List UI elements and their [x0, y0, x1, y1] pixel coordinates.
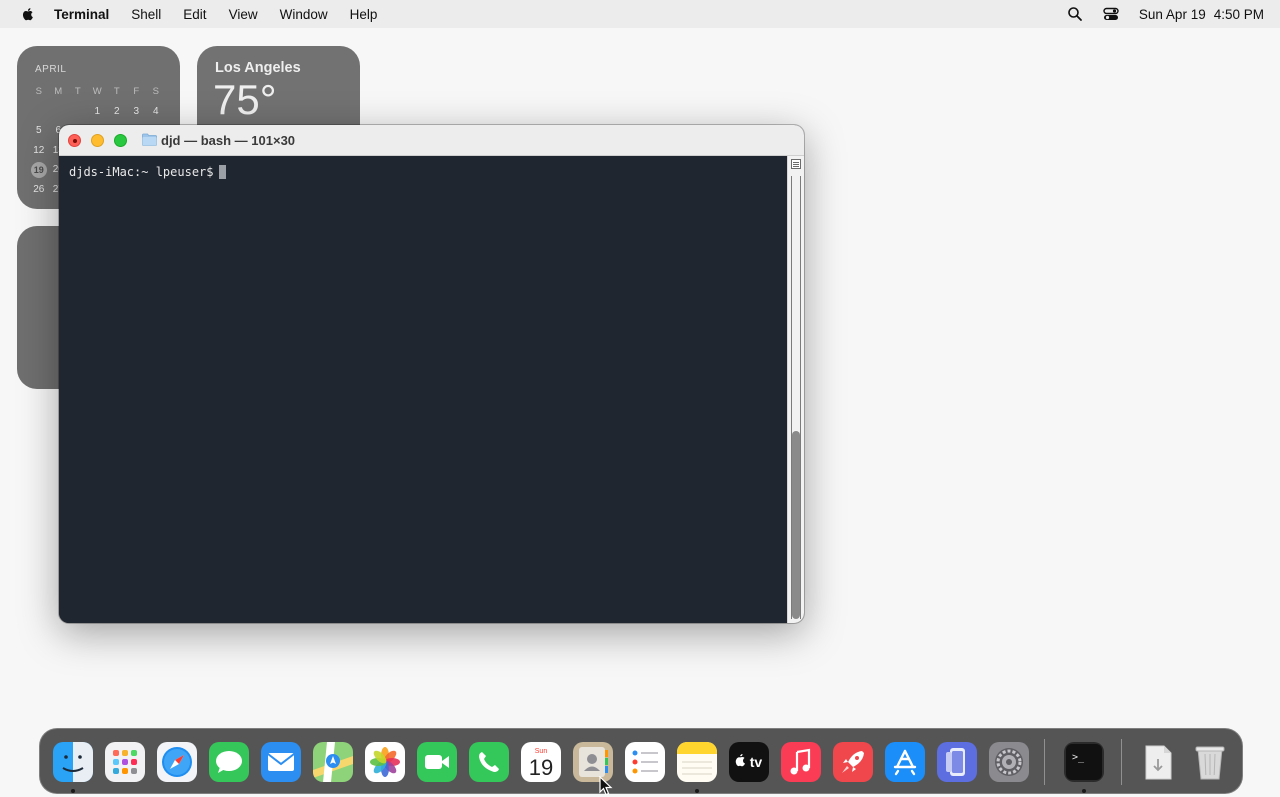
- launchpad-icon[interactable]: [105, 742, 145, 782]
- phone-icon[interactable]: [469, 742, 509, 782]
- close-button[interactable]: [68, 134, 81, 147]
- calendar-weekday-label: F: [133, 86, 140, 98]
- calendar-weekday-label: S: [152, 86, 159, 98]
- calendar-icon[interactable]: Sun 19: [521, 742, 561, 782]
- finder-icon[interactable]: [53, 742, 93, 782]
- terminal-icon[interactable]: >_: [1064, 742, 1104, 782]
- menu-bar-status: Sun Apr 19 4:50 PM: [1067, 0, 1264, 28]
- calendar-weekday-label: W: [92, 86, 102, 98]
- zoom-button[interactable]: [114, 134, 127, 147]
- terminal-prompt: djds-iMac:~ lpeuser$: [69, 165, 214, 179]
- calendar-weekday-label: S: [35, 86, 42, 98]
- iphone-mirroring-icon[interactable]: [937, 742, 977, 782]
- calendar-weekday-row: SMTWTFS: [29, 82, 166, 102]
- tv-icon[interactable]: tv: [729, 742, 769, 782]
- maps-icon[interactable]: [313, 742, 353, 782]
- calendar-tile-weekday: Sun: [535, 748, 548, 755]
- calendar-weekday-label: T: [74, 86, 81, 98]
- menu-window[interactable]: Window: [280, 7, 328, 22]
- terminal-tile-label: >_: [1072, 752, 1085, 763]
- menu-view[interactable]: View: [229, 7, 258, 22]
- spotlight-search-icon[interactable]: [1067, 6, 1083, 22]
- menu-bar-clock[interactable]: Sun Apr 19 4:50 PM: [1139, 7, 1264, 22]
- menu-bar: Terminal Shell Edit View Window Help Sun…: [0, 0, 1280, 28]
- dock-divider: [1044, 739, 1045, 785]
- tv-tile-label: tv: [750, 754, 763, 770]
- terminal-running-indicator: [1082, 789, 1086, 793]
- calendar-day: 1: [94, 105, 101, 117]
- calendar-weekday-label: M: [54, 86, 63, 98]
- calendar-week-row: 12 34: [29, 102, 166, 122]
- weather-city: Los Angeles: [215, 60, 301, 76]
- scrollbar-thumb[interactable]: [792, 431, 800, 619]
- menu-shell[interactable]: Shell: [131, 7, 161, 22]
- control-center-icon[interactable]: [1103, 6, 1119, 22]
- clock-time: 4:50 PM: [1213, 6, 1264, 22]
- calendar-day: 2: [113, 105, 120, 117]
- terminal-window[interactable]: djd — bash — 101×30 djds-iMac:~ lpeuser$: [59, 125, 804, 623]
- calendar-day: 12: [33, 144, 45, 156]
- menu-edit[interactable]: Edit: [183, 7, 206, 22]
- calendar-widget-month: APRIL: [35, 64, 67, 75]
- finder-running-indicator: [71, 789, 75, 793]
- terminal-cursor: [218, 165, 226, 179]
- trash-icon[interactable]: [1190, 742, 1230, 782]
- menu-app-name[interactable]: Terminal: [54, 7, 109, 22]
- calendar-day: 26: [33, 183, 45, 195]
- folder-icon: [142, 133, 157, 146]
- facetime-icon[interactable]: [417, 742, 457, 782]
- reminders-icon[interactable]: [625, 742, 665, 782]
- window-title: djd — bash — 101×30: [161, 133, 296, 148]
- messages-icon[interactable]: [209, 742, 249, 782]
- mouse-pointer-icon: [599, 776, 613, 796]
- minimize-button[interactable]: [91, 134, 104, 147]
- window-titlebar[interactable]: djd — bash — 101×30: [59, 125, 804, 156]
- safari-icon[interactable]: [157, 742, 197, 782]
- calendar-day: 3: [133, 105, 140, 117]
- split-pane-icon[interactable]: [791, 159, 801, 169]
- photos-icon[interactable]: [365, 742, 405, 782]
- dock: Sun 19 tv >_: [39, 728, 1243, 794]
- calendar-today-label: 19: [30, 161, 47, 178]
- notes-icon[interactable]: [677, 742, 717, 782]
- weather-temperature: 75°: [213, 76, 277, 123]
- notes-running-indicator: [695, 789, 699, 793]
- clock-date: Sun Apr 19: [1138, 6, 1206, 22]
- calendar-today: 19: [29, 161, 49, 178]
- calendar-tile-day: 19: [529, 755, 553, 780]
- terminal-content[interactable]: djds-iMac:~ lpeuser$: [59, 156, 787, 623]
- calendar-day: 5: [35, 125, 42, 137]
- terminal-scrollbar[interactable]: [787, 156, 804, 623]
- calendar-weekday-label: T: [113, 86, 120, 98]
- system-settings-icon[interactable]: [989, 742, 1029, 782]
- rocket-icon[interactable]: [833, 742, 873, 782]
- terminal-prompt-line: djds-iMac:~ lpeuser$: [69, 165, 226, 179]
- calendar-day: 4: [152, 105, 159, 117]
- downloads-icon[interactable]: [1138, 742, 1178, 782]
- apple-menu-icon[interactable]: [20, 6, 36, 22]
- music-icon[interactable]: [781, 742, 821, 782]
- mail-icon[interactable]: [261, 742, 301, 782]
- dock-divider-2: [1121, 739, 1122, 785]
- app-store-icon[interactable]: [885, 742, 925, 782]
- menu-help[interactable]: Help: [350, 7, 378, 22]
